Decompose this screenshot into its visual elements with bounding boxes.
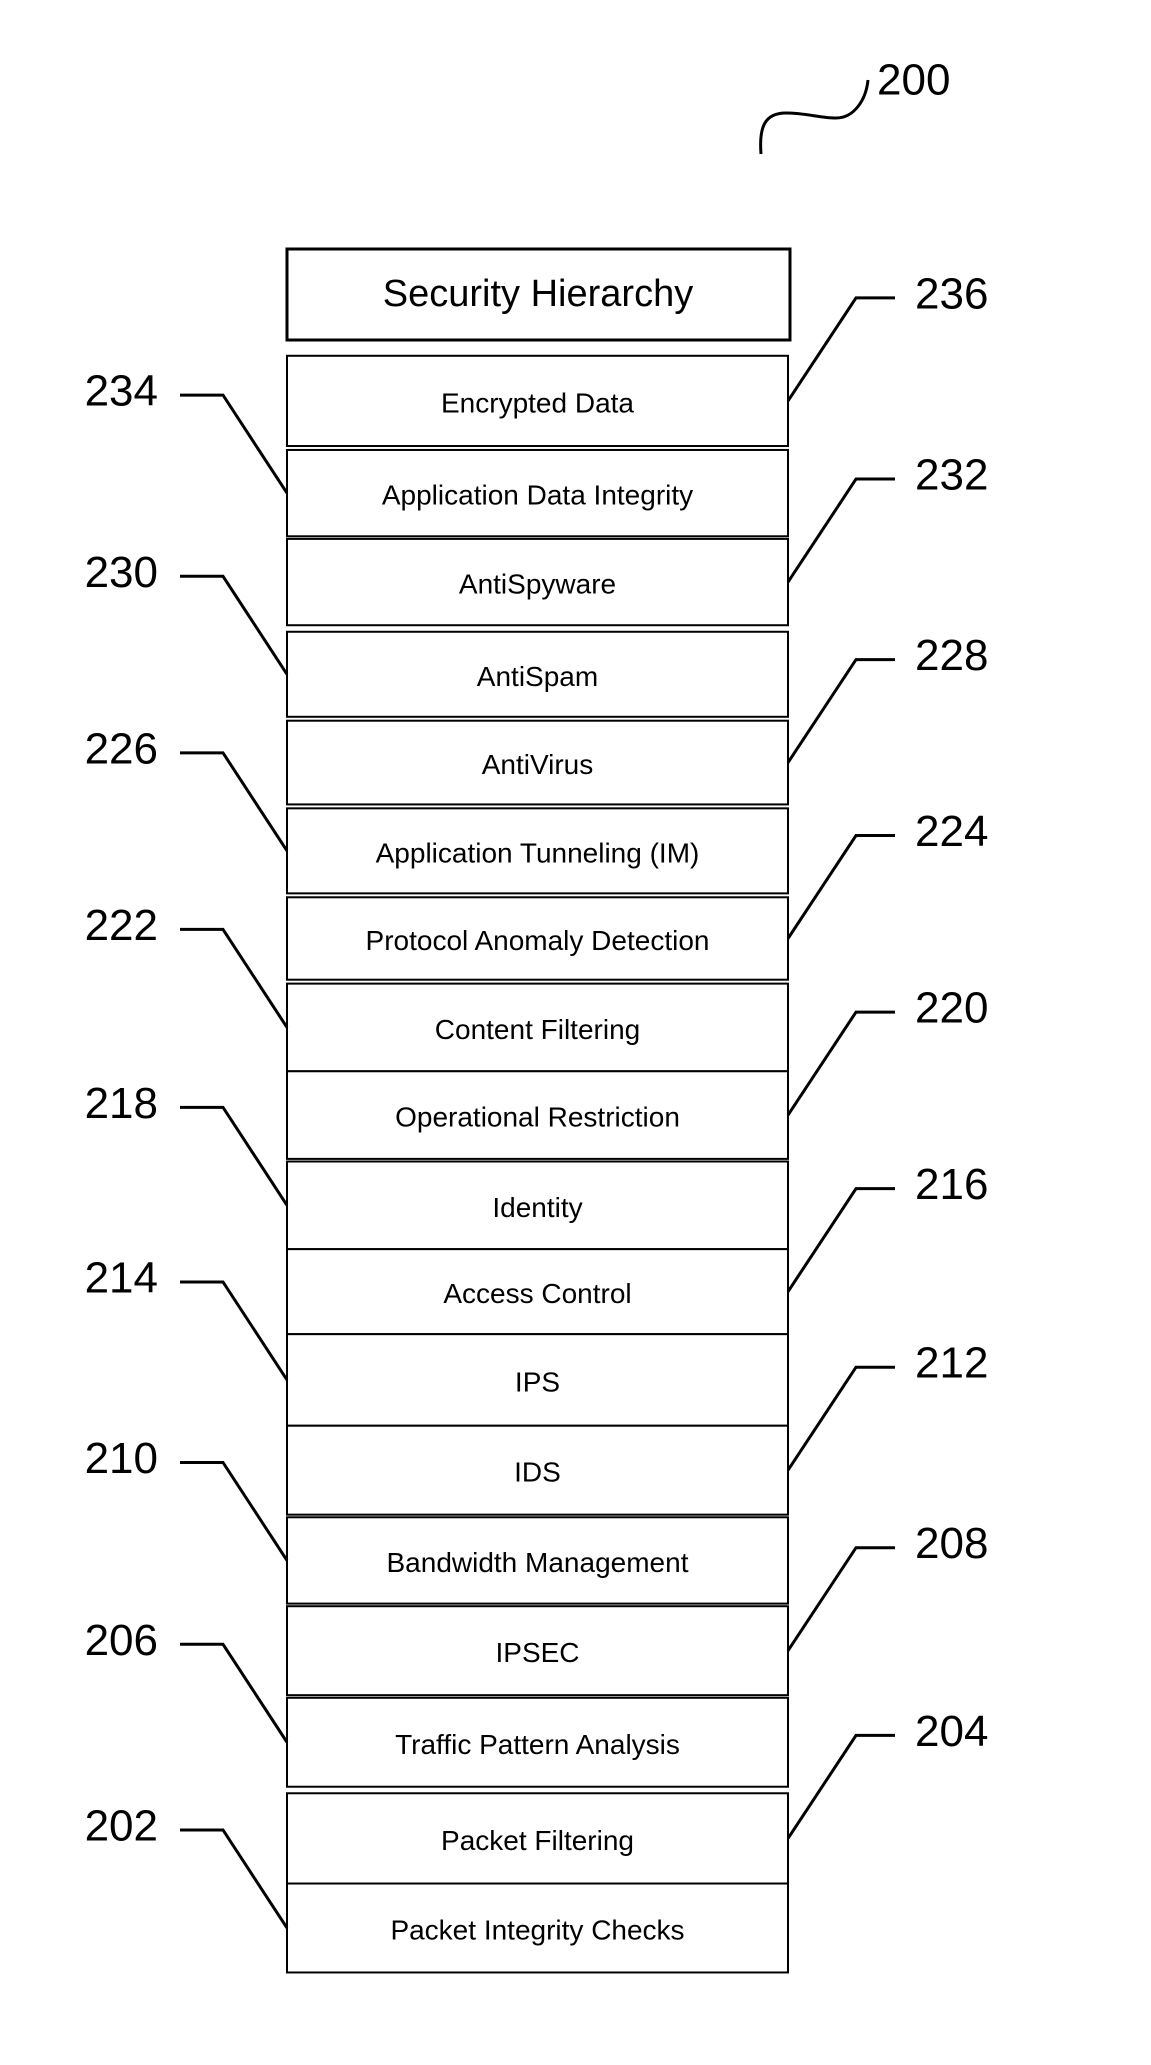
layer-label: Protocol Anomaly Detection xyxy=(366,925,710,956)
layer-ipsec: IPSEC xyxy=(286,1605,789,1697)
callout-204: 204 xyxy=(786,1707,988,1840)
layer-label: Access Control xyxy=(443,1278,631,1309)
reference-number: 230 xyxy=(85,548,158,597)
layer-label: Application Tunneling (IM) xyxy=(376,837,700,868)
layer-label: IPSEC xyxy=(495,1637,579,1668)
callout-232: 232 xyxy=(786,451,988,583)
reference-number: 212 xyxy=(915,1339,988,1388)
layer-bandwidth-management: Bandwidth Management xyxy=(286,1516,789,1605)
reference-number: 208 xyxy=(915,1519,988,1568)
leader-line xyxy=(786,296,895,402)
reference-number: 234 xyxy=(85,367,158,416)
security-hierarchy-diagram: 200 Security Hierarchy Encrypted Data App… xyxy=(85,56,988,1974)
layer-ids: IDS xyxy=(286,1424,789,1516)
callout-206: 206 xyxy=(85,1616,289,1744)
layer-operational-restriction: Operational Restriction xyxy=(286,1070,789,1160)
callout-210: 210 xyxy=(85,1434,289,1562)
layer-label: Encrypted Data xyxy=(441,387,634,418)
leader-line xyxy=(786,833,895,940)
leader-line xyxy=(180,1105,289,1207)
reference-number: 204 xyxy=(915,1707,988,1756)
layer-encrypted-data: Encrypted Data xyxy=(286,354,789,448)
layer-label: Packet Integrity Checks xyxy=(390,1914,684,1945)
reference-number: 210 xyxy=(85,1434,158,1483)
layer-label: Traffic Pattern Analysis xyxy=(395,1729,680,1760)
reference-number: 222 xyxy=(85,901,158,950)
layer-packet-filtering: Packet Filtering xyxy=(286,1792,789,1885)
layer-antispyware: AntiSpyware xyxy=(286,537,789,627)
reference-number: 236 xyxy=(915,269,988,318)
layer-access-control: Access Control xyxy=(286,1248,789,1336)
layer-label: Bandwidth Management xyxy=(387,1547,689,1578)
callout-228: 228 xyxy=(786,631,988,764)
layer-antivirus: AntiVirus xyxy=(286,719,789,806)
reference-number: 206 xyxy=(85,1616,158,1665)
layer-label: AntiVirus xyxy=(482,749,594,780)
leader-line xyxy=(786,1733,895,1840)
callout-208: 208 xyxy=(786,1519,988,1652)
leader-line xyxy=(180,1280,289,1381)
layer-packet-integrity-checks: Packet Integrity Checks xyxy=(286,1882,789,1974)
layer-label: AntiSpam xyxy=(477,661,598,692)
reference-number: 216 xyxy=(915,1160,988,1209)
callout-214: 214 xyxy=(85,1253,289,1381)
layer-label: Packet Filtering xyxy=(441,1825,634,1856)
leader-line xyxy=(786,1187,895,1293)
layer-ips: IPS xyxy=(286,1333,789,1427)
layer-traffic-pattern-analysis: Traffic Pattern Analysis xyxy=(286,1696,789,1788)
leader-line xyxy=(180,1642,289,1744)
leader-line xyxy=(180,1460,289,1562)
layer-identity: Identity xyxy=(286,1160,789,1251)
layer-label: Operational Restriction xyxy=(395,1102,680,1133)
reference-number: 202 xyxy=(85,1801,158,1850)
leader-line xyxy=(180,751,289,852)
hierarchy-title: Security Hierarchy xyxy=(383,273,693,315)
reference-number: 224 xyxy=(915,807,988,856)
reference-number: 226 xyxy=(85,724,158,773)
layer-label: AntiSpyware xyxy=(459,569,616,600)
callout-216: 216 xyxy=(786,1160,988,1293)
callout-222: 222 xyxy=(85,901,289,1029)
leader-line xyxy=(180,393,289,494)
layer-label: Application Data Integrity xyxy=(382,480,693,511)
layer-content-filtering: Content Filtering xyxy=(286,982,789,1073)
callout-230: 230 xyxy=(85,548,289,676)
leader-line xyxy=(786,1365,895,1472)
leader-line xyxy=(180,574,289,676)
callout-224: 224 xyxy=(786,807,988,940)
leader-line xyxy=(786,658,895,764)
reference-number: 228 xyxy=(915,631,988,680)
callout-236: 236 xyxy=(786,269,988,402)
leader-line xyxy=(786,477,895,583)
reference-number: 232 xyxy=(915,451,988,500)
reference-number: 220 xyxy=(915,984,988,1033)
layer-label: Identity xyxy=(492,1192,582,1223)
leader-line xyxy=(180,927,289,1029)
layer-protocol-anomaly-detection: Protocol Anomaly Detection xyxy=(286,896,789,981)
layer-antispam: AntiSpam xyxy=(286,630,789,718)
layer-application-data-integrity: Application Data Integrity xyxy=(286,448,789,538)
figure-reference-number: 200 xyxy=(877,56,950,105)
layer-stack: Encrypted Data Application Data Integrity… xyxy=(286,354,789,1974)
figure-reference-squiggle xyxy=(759,79,870,155)
layer-application-tunneling-im: Application Tunneling (IM) xyxy=(286,807,789,895)
reference-number: 214 xyxy=(85,1253,158,1302)
callout-218: 218 xyxy=(85,1079,289,1207)
leader-line xyxy=(786,1546,895,1652)
callout-234: 234 xyxy=(85,367,289,494)
leader-line xyxy=(786,1010,895,1116)
layer-label: Content Filtering xyxy=(435,1014,640,1045)
layer-label: IPS xyxy=(515,1366,560,1397)
leader-line xyxy=(180,1828,289,1929)
callout-220: 220 xyxy=(786,984,988,1116)
layer-label: IDS xyxy=(514,1457,561,1488)
reference-number: 218 xyxy=(85,1079,158,1128)
callout-212: 212 xyxy=(786,1339,988,1472)
callout-226: 226 xyxy=(85,724,289,852)
callout-202: 202 xyxy=(85,1801,289,1929)
